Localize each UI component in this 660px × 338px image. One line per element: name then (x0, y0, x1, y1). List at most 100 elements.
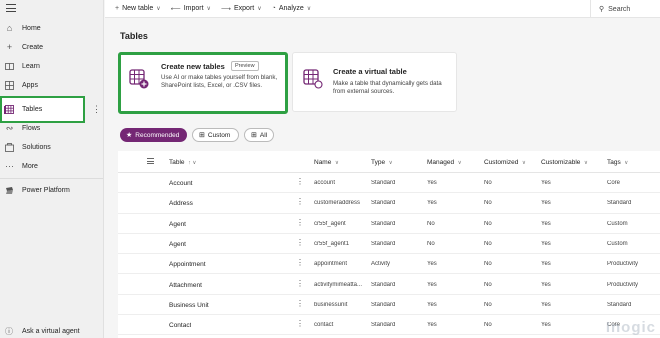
column-header-type[interactable]: Type ∨ (371, 159, 393, 166)
cell-table[interactable]: Agent (169, 221, 186, 228)
sidebar-item-apps[interactable]: Apps (0, 76, 104, 94)
star-icon: ★ (126, 132, 133, 139)
table-row[interactable]: Business Unit ⋮ businessunit Standard Ye… (118, 295, 660, 316)
card-title: Create a virtual table (333, 67, 407, 76)
filter-all[interactable]: ⊞ All (244, 128, 274, 142)
more-icon: ··· (5, 160, 14, 171)
cell-customized: No (484, 220, 492, 227)
ask-virtual-agent-label: Ask a virtual agent (22, 327, 80, 335)
filter-custom[interactable]: ⊞ Custom (192, 128, 239, 142)
cell-table[interactable]: Account (169, 180, 193, 187)
card-description: Make a table that dynamically gets data … (333, 80, 442, 96)
cell-customized: No (484, 301, 492, 308)
cell-customized: No (484, 281, 492, 288)
cell-table[interactable]: Address (169, 200, 193, 207)
row-more-icon[interactable]: ⋮ (296, 319, 304, 328)
sidebar-item-home[interactable]: ⌂ Home (0, 19, 104, 37)
sidebar-item-learn[interactable]: Learn (0, 57, 104, 75)
sidebar-item-solutions[interactable]: Solutions (0, 138, 104, 156)
filter-label: Custom (207, 131, 231, 139)
cell-customizable: Yes (541, 281, 551, 288)
cell-customizable: Yes (541, 200, 551, 207)
cell-table[interactable]: Business Unit (169, 302, 209, 309)
export-label: Export (233, 5, 255, 12)
cell-tags: Standard (607, 200, 632, 207)
row-more-icon[interactable]: ⋮ (296, 279, 304, 288)
analyze-button[interactable]: ◔ Analyze ∨ (272, 5, 312, 12)
chevron-down-icon: ∨ (206, 6, 211, 12)
column-header-managed[interactable]: Managed ∨ (427, 159, 462, 166)
filter-recommended[interactable]: ★ Recommended (120, 128, 187, 142)
plus-icon: + (115, 5, 120, 12)
cell-table[interactable]: Contact (169, 322, 191, 329)
book-icon (5, 62, 14, 71)
table-ai-icon (129, 69, 149, 89)
ask-virtual-agent-button[interactable]: ⓘ Ask a virtual agent (0, 324, 104, 338)
search-box[interactable]: ⚲ Search (590, 0, 660, 18)
create-virtual-table-card[interactable]: Create a virtual table Make a table that… (292, 52, 457, 112)
sidebar-item-label: Create (22, 43, 44, 51)
filter-label: All (259, 131, 268, 139)
search-label: Search (608, 5, 631, 13)
cell-table[interactable]: Agent (169, 241, 186, 248)
sidebar-item-label: Tables (22, 105, 43, 113)
row-more-icon[interactable]: ⋮ (296, 197, 304, 206)
sidebar-item-tables[interactable]: Tables (0, 100, 104, 118)
new-table-button[interactable]: + New table ∨ (115, 5, 161, 12)
table-row[interactable]: Agent ⋮ cr55f_agent1 Standard No No Yes … (118, 234, 660, 255)
table-row[interactable]: Contact ⋮ contact Standard Yes No Yes Co… (118, 315, 660, 336)
column-header-customized[interactable]: Customized ∨ (484, 159, 526, 166)
command-bar: + New table ∨ ⟵ Import ∨ ⟶ Export ∨ ◔ An… (105, 0, 660, 18)
table-row[interactable]: Account ⋮ account Standard Yes No Yes Co… (118, 173, 660, 194)
chevron-down-icon: ∨ (257, 6, 262, 12)
cell-tags: Productivity (607, 281, 639, 288)
sidebar-item-label: Home (22, 24, 41, 32)
cell-customized: No (484, 200, 492, 207)
cell-type: Standard (371, 301, 396, 308)
row-more-icon[interactable]: ⋮ (296, 218, 304, 227)
power-platform-icon (5, 186, 14, 195)
table-row[interactable]: Attachment ⋮ activitymimeatta... Standar… (118, 275, 660, 295)
cell-name: cr55f_agent1 (314, 240, 350, 247)
analyze-icon: ◔ (271, 5, 276, 12)
sidebar-item-create[interactable]: + Create (0, 38, 104, 56)
cell-table[interactable]: Attachment (169, 282, 202, 289)
export-button[interactable]: ⟶ Export ∨ (221, 5, 262, 13)
hamburger-menu-icon[interactable] (6, 4, 16, 12)
column-header-table[interactable]: Table ↑ ∨ (169, 159, 196, 166)
table-row[interactable]: Appointment ⋮ appointment Activity Yes N… (118, 254, 660, 275)
cell-tags: Productivity (607, 261, 639, 268)
column-header-customizable[interactable]: Customizable ∨ (541, 159, 588, 166)
cell-type: Standard (371, 322, 396, 329)
cell-type: Activity (371, 261, 391, 268)
import-label: Import (183, 5, 204, 12)
create-new-tables-card[interactable]: Create new tables Preview Use AI or make… (118, 52, 288, 114)
watermark-logo: Inogic (605, 319, 656, 336)
row-more-icon[interactable]: ⋮ (296, 299, 304, 308)
import-button[interactable]: ⟵ Import ∨ (171, 5, 211, 13)
more-options-icon[interactable]: ⋮ (92, 104, 101, 115)
table-row[interactable]: Agent ⋮ cr55f_agent Standard No No Yes C… (118, 214, 660, 234)
cell-customizable: Yes (541, 301, 551, 308)
row-more-icon[interactable]: ⋮ (296, 177, 304, 186)
apps-icon (5, 80, 14, 90)
list-view-icon[interactable] (147, 158, 154, 165)
sidebar-item-power-platform[interactable]: Power Platform (0, 181, 104, 199)
cell-customized: No (484, 322, 492, 329)
sidebar-item-more[interactable]: ··· More (0, 157, 104, 175)
cell-customizable: Yes (541, 261, 551, 268)
cell-table[interactable]: Appointment (169, 261, 206, 268)
table-row[interactable]: Address ⋮ customeraddress Standard Yes N… (118, 193, 660, 214)
row-more-icon[interactable]: ⋮ (296, 238, 304, 247)
cell-tags: Custom (607, 240, 628, 247)
row-more-icon[interactable]: ⋮ (296, 258, 304, 267)
column-header-name[interactable]: Name ∨ (314, 159, 339, 166)
cell-name: appointment (314, 261, 348, 268)
cell-managed: No (427, 220, 435, 227)
page-title: Tables (120, 31, 148, 41)
column-header-tags[interactable]: Tags ∨ (607, 159, 628, 166)
cell-name: businessunit (314, 301, 348, 308)
sidebar-item-flows[interactable]: ∾ Flows (0, 119, 104, 137)
custom-table-icon: ⊞ (199, 132, 205, 139)
cell-name: activitymimeatta... (314, 281, 363, 288)
